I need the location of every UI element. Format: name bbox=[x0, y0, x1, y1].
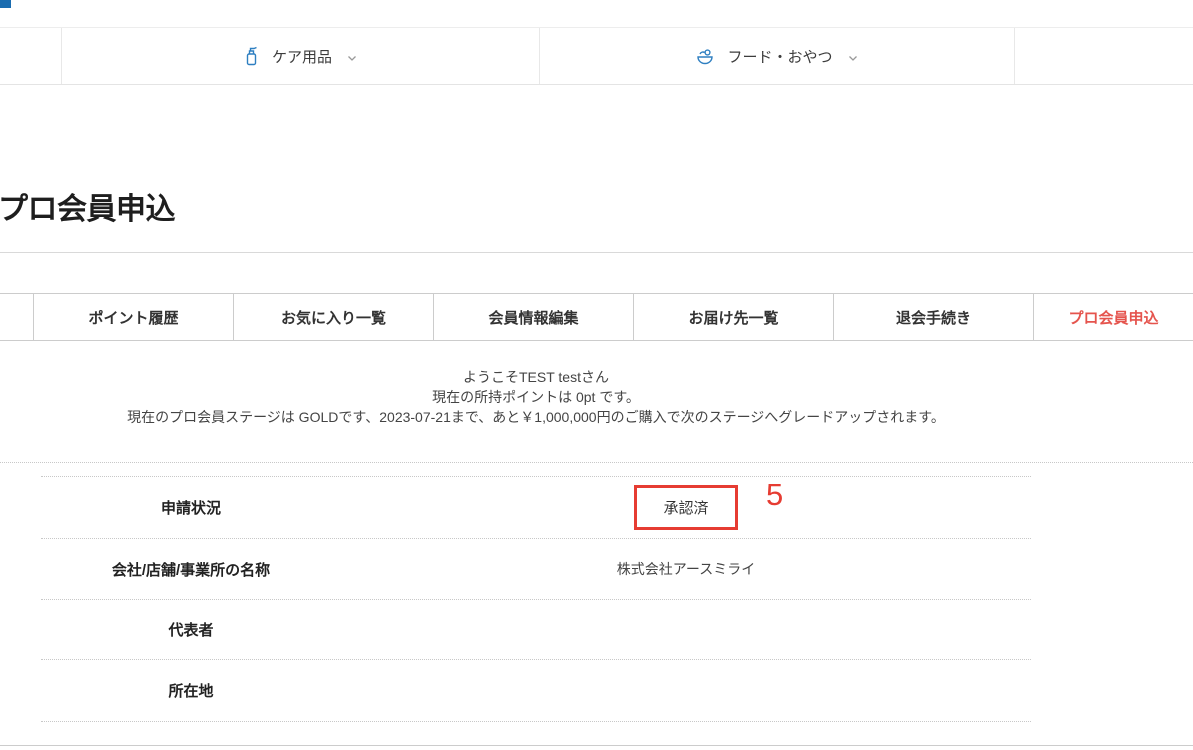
row-value: 株式会社アースミライ bbox=[341, 559, 1031, 579]
tab-spacer bbox=[0, 294, 34, 340]
annotation-number: 5 bbox=[766, 479, 783, 510]
site-logo[interactable] bbox=[0, 0, 11, 8]
chevron-down-icon bbox=[347, 55, 357, 62]
section-divider-dotted bbox=[0, 462, 1193, 463]
bottom-divider bbox=[0, 745, 1193, 746]
tab-withdrawal[interactable]: 退会手続き bbox=[834, 294, 1034, 340]
title-divider bbox=[0, 252, 1193, 253]
tab-delivery-addresses[interactable]: お届け先一覧 bbox=[634, 294, 834, 340]
status-annotation-box: 承認済 bbox=[634, 485, 737, 530]
row-value: 承認済 bbox=[341, 485, 1031, 530]
table-row-application-status: 申請状況 承認済 5 bbox=[41, 477, 1031, 539]
table-row-representative: 代表者 bbox=[41, 600, 1031, 660]
tab-point-history[interactable]: ポイント履歴 bbox=[34, 294, 234, 340]
tab-pro-member-application[interactable]: プロ会員申込 bbox=[1034, 294, 1193, 340]
row-label: 申請状況 bbox=[41, 497, 341, 518]
nav-item-food-snacks[interactable]: フード・おやつ bbox=[540, 28, 1015, 84]
tab-member-info-edit[interactable]: 会員情報編集 bbox=[434, 294, 634, 340]
table-row-location: 所在地 bbox=[41, 660, 1031, 722]
application-table: 申請状況 承認済 5 会社/店舗/事業所の名称 株式会社アースミライ 代表者 所… bbox=[41, 476, 1031, 722]
welcome-message: ようこそTEST testさん 現在の所持ポイントは 0pt です。 現在のプロ… bbox=[41, 367, 1031, 427]
chevron-down-icon bbox=[848, 55, 858, 62]
nav-item-label: ケア用品 bbox=[272, 46, 332, 67]
nav-spacer-left bbox=[0, 28, 62, 84]
category-nav: ケア用品 フード・おやつ bbox=[0, 27, 1193, 85]
food-bowl-icon bbox=[696, 48, 714, 65]
row-label: 代表者 bbox=[41, 619, 341, 640]
nav-item-label: フード・おやつ bbox=[727, 46, 832, 67]
welcome-line-stage: 現在のプロ会員ステージは GOLDです、2023-07-21まで、あと￥1,00… bbox=[41, 407, 1031, 427]
row-label: 会社/店舗/事業所の名称 bbox=[41, 559, 341, 580]
spray-bottle-icon bbox=[244, 46, 259, 66]
welcome-line-user: ようこそTEST testさん bbox=[41, 367, 1031, 387]
row-label: 所在地 bbox=[41, 680, 341, 701]
page-title: プロ会員申込 bbox=[0, 192, 175, 228]
nav-item-care-goods[interactable]: ケア用品 bbox=[62, 28, 540, 84]
member-tabs: ポイント履歴 お気に入り一覧 会員情報編集 お届け先一覧 退会手続き プロ会員申… bbox=[0, 293, 1193, 341]
welcome-line-points: 現在の所持ポイントは 0pt です。 bbox=[41, 387, 1031, 407]
tab-favorites[interactable]: お気に入り一覧 bbox=[234, 294, 434, 340]
nav-spacer-right bbox=[1015, 28, 1193, 84]
table-row-company-name: 会社/店舗/事業所の名称 株式会社アースミライ bbox=[41, 539, 1031, 600]
